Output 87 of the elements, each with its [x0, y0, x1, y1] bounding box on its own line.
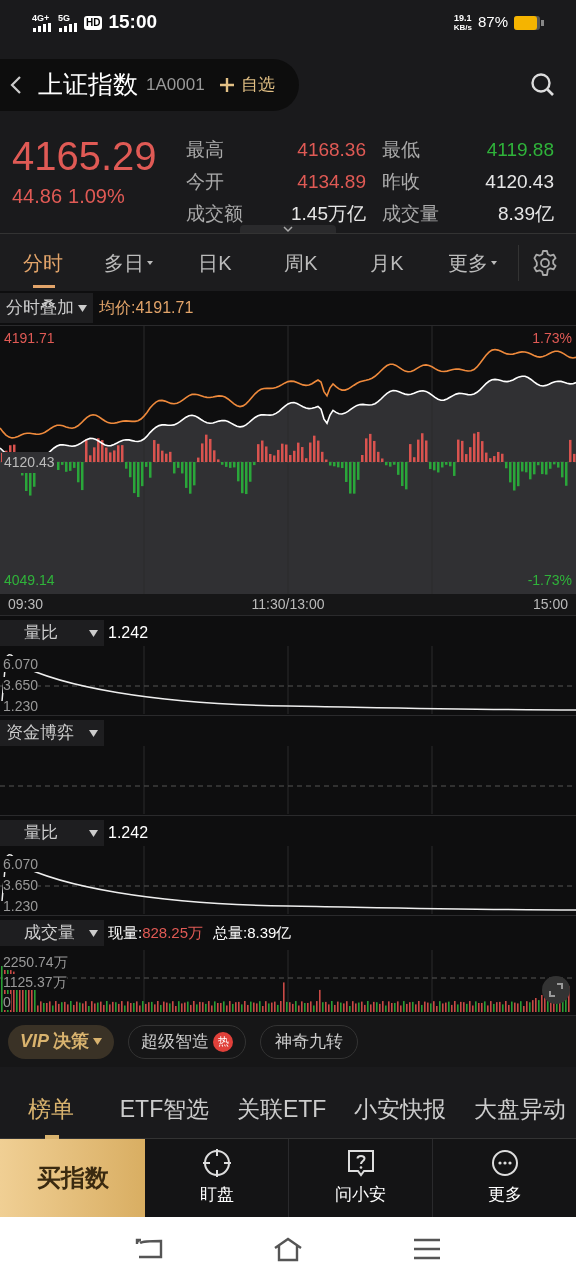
info-tab[interactable]: 榜单: [6, 1080, 96, 1139]
indicator-value: 1.242: [108, 823, 149, 843]
volume-current-label: 现量:: [108, 922, 143, 943]
fullscreen-button[interactable]: [542, 976, 570, 1004]
stat-value: 4168.36: [296, 138, 366, 162]
search-button[interactable]: [530, 72, 556, 98]
axis-label: 1125.37万: [3, 974, 67, 990]
stat-label: 今开: [186, 170, 225, 194]
caret-icon: [89, 929, 98, 937]
period-tab[interactable]: 分时: [0, 233, 86, 292]
clock: 15:00: [108, 10, 158, 35]
axis-label: -1.73%: [527, 571, 572, 590]
indicator-dropdown[interactable]: 量比: [0, 820, 104, 846]
stat-label: 最低: [381, 138, 421, 162]
info-tab[interactable]: 大盘异动: [469, 1080, 570, 1139]
volume-current-value: 828.25万: [142, 922, 204, 943]
time-label: 09:30: [8, 594, 44, 614]
info-tab[interactable]: ETF智选: [115, 1080, 214, 1139]
indicator-dropdown[interactable]: 量比: [0, 620, 104, 646]
stat-label: 最高: [186, 138, 225, 162]
stat-label: 成交量: [381, 202, 440, 226]
stat-value: 4119.88: [485, 138, 554, 162]
hot-badge: 热: [213, 1031, 233, 1052]
index-code: 1A0001: [146, 74, 205, 97]
price-change: 44.86: [12, 184, 63, 209]
caret-icon: [89, 729, 98, 737]
network-label: 5G: [58, 13, 70, 23]
axis-label: 4120.43: [2, 452, 57, 473]
caret-icon: [78, 304, 87, 312]
caret-icon: [93, 1038, 102, 1045]
crosshair-icon: [201, 1148, 232, 1179]
stat-label: 成交额: [186, 202, 244, 226]
expand-icon: [549, 983, 563, 997]
axis-label: 2250.74万: [3, 954, 68, 970]
info-tab[interactable]: 关联ETF: [233, 1080, 331, 1139]
caret-icon: [89, 629, 98, 637]
period-tab[interactable]: 多日: [86, 233, 172, 292]
question-bubble-icon: [345, 1148, 376, 1179]
back-chevron-icon: [10, 75, 22, 95]
network-label: 4G+: [32, 13, 50, 23]
stat-label: 昨收: [381, 170, 421, 194]
axis-label: 0: [3, 994, 11, 1010]
buy-index-button[interactable]: 买指数: [0, 1139, 145, 1217]
signal-icon: [58, 23, 78, 32]
stat-value: 4134.89: [296, 170, 366, 194]
axis-label: 6.070: [3, 856, 39, 872]
speed-value: 19.1: [454, 13, 472, 23]
indicator-value: 1.242: [108, 623, 149, 643]
index-price: 4165.29: [12, 133, 158, 179]
axis-label: 3.650: [3, 877, 39, 893]
info-tab[interactable]: 小安快报: [350, 1080, 451, 1139]
time-label: 11:30/13:00: [251, 594, 325, 614]
average-price: 均价:4191.71: [99, 298, 194, 318]
stat-value: 1.45万亿: [290, 202, 366, 226]
indicator-dropdown[interactable]: 成交量: [0, 920, 104, 946]
period-tab[interactable]: 日K: [172, 233, 258, 292]
volume-total: 总量:8.39亿: [213, 922, 292, 943]
add-watchlist-button[interactable]: 自选: [218, 72, 275, 98]
period-tab[interactable]: 周K: [258, 233, 344, 292]
menu-icon[interactable]: [413, 1237, 441, 1260]
stat-value: 8.39亿: [497, 202, 554, 226]
axis-label: 6.070: [3, 656, 39, 672]
caret-icon: [89, 829, 98, 837]
toolbar-button[interactable]: 更多: [433, 1139, 576, 1217]
speed-unit: KB/s: [453, 23, 472, 32]
signal-icon: [32, 23, 52, 32]
battery-percent: 87%: [477, 12, 508, 33]
stat-value: 4120.43: [484, 170, 554, 194]
axis-label: 4049.14: [4, 571, 55, 590]
index-title: 上证指数: [38, 69, 138, 101]
period-tab[interactable]: 更多: [430, 233, 516, 292]
plus-icon: [218, 77, 235, 93]
overlay-dropdown[interactable]: 分时叠加: [0, 293, 93, 323]
vip-dropdown[interactable]: VIP 决策: [8, 1024, 114, 1059]
axis-label: 1.230: [3, 898, 39, 914]
change-percent: 1.09%: [68, 184, 125, 209]
axis-label: 1.230: [3, 698, 39, 714]
battery-icon: [514, 15, 544, 30]
back-nav-icon[interactable]: [135, 1237, 163, 1260]
time-label: 15:00: [532, 594, 568, 614]
axis-label: 3.650: [3, 677, 39, 693]
home-icon[interactable]: [273, 1235, 303, 1262]
hd-badge: HD: [84, 15, 103, 30]
period-tab[interactable]: 月K: [344, 233, 430, 292]
settings-button[interactable]: [531, 248, 559, 277]
indicator-dropdown[interactable]: 资金博弈: [0, 720, 104, 746]
more-icon: [489, 1148, 520, 1179]
